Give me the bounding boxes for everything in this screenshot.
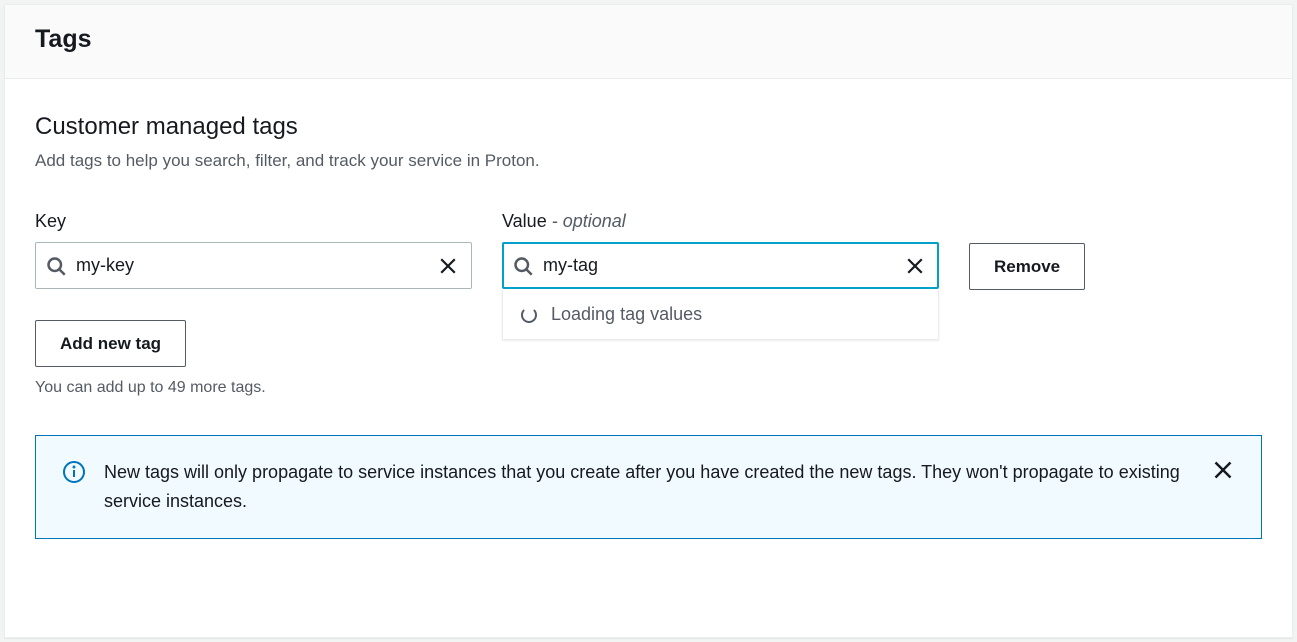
- dismiss-alert-button[interactable]: [1211, 458, 1235, 485]
- info-icon: [62, 460, 86, 484]
- panel-header: Tags: [5, 5, 1292, 79]
- key-field-column: Key: [35, 211, 472, 289]
- tags-panel: Tags Customer managed tags Add tags to h…: [4, 4, 1293, 638]
- close-icon: [439, 257, 457, 275]
- section-heading: Customer managed tags: [35, 113, 1262, 141]
- remove-column: Remove: [969, 211, 1085, 290]
- value-input[interactable]: [543, 244, 902, 287]
- panel-title: Tags: [35, 25, 1262, 54]
- key-label: Key: [35, 211, 472, 232]
- tags-remaining-hint: You can add up to 49 more tags.: [35, 379, 1262, 397]
- panel-body: Customer managed tags Add tags to help y…: [5, 79, 1292, 569]
- search-icon: [513, 256, 533, 276]
- value-dropdown[interactable]: Loading tag values: [502, 290, 939, 340]
- loading-text: Loading tag values: [551, 304, 702, 325]
- info-alert-text: New tags will only propagate to service …: [104, 458, 1193, 516]
- add-new-tag-button[interactable]: Add new tag: [35, 320, 186, 367]
- info-alert: New tags will only propagate to service …: [35, 435, 1262, 539]
- search-icon: [46, 256, 66, 276]
- clear-value-button[interactable]: [902, 253, 928, 279]
- value-label-prefix: Value: [502, 211, 552, 231]
- clear-key-button[interactable]: [435, 253, 461, 279]
- section-description: Add tags to help you search, filter, and…: [35, 151, 1262, 171]
- tag-row: Key: [35, 211, 1262, 290]
- value-label: Value - optional: [502, 211, 939, 232]
- value-input-wrap[interactable]: [502, 242, 939, 289]
- value-label-sep: -: [552, 211, 563, 231]
- key-input[interactable]: [76, 243, 435, 288]
- spinner-icon: [521, 307, 537, 323]
- key-input-wrap[interactable]: [35, 242, 472, 289]
- close-icon: [906, 257, 924, 275]
- value-label-optional: optional: [563, 211, 626, 231]
- remove-button[interactable]: Remove: [969, 243, 1085, 290]
- value-field-column: Value - optional: [502, 211, 939, 289]
- close-icon: [1213, 460, 1233, 480]
